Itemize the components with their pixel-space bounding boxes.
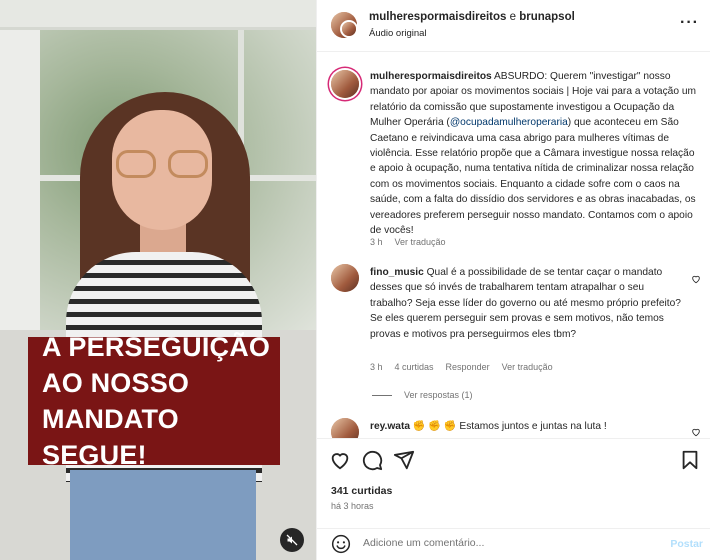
author-link[interactable]: brunapsol	[519, 11, 575, 23]
avatar[interactable]	[331, 264, 359, 292]
comment-text: fino_music Qual é a possibilidade de se …	[370, 265, 682, 342]
translate-button[interactable]: Ver tradução	[502, 362, 553, 372]
emoji-icon[interactable]	[331, 534, 351, 554]
avatar[interactable]	[340, 20, 358, 38]
translate-button[interactable]: Ver tradução	[395, 237, 446, 247]
post-header: mulherespormaisdireitos e brunapsol Áudi…	[317, 0, 710, 52]
speaker-muted-icon	[286, 534, 298, 546]
likes-count[interactable]: 341 curtidas	[331, 485, 392, 497]
original-audio-link[interactable]: Áudio original	[369, 28, 427, 39]
more-horizontal-icon: ···	[680, 14, 699, 31]
post-comment-button[interactable]: Postar	[670, 538, 703, 550]
view-replies-label: Ver respostas (1)	[404, 390, 473, 400]
heart-icon[interactable]	[691, 427, 701, 437]
replies-line	[372, 394, 392, 396]
mute-button[interactable]	[280, 528, 304, 552]
comment-composer: Postar	[317, 528, 710, 560]
author-link[interactable]: mulherespormaisdireitos	[369, 11, 506, 23]
more-options-button[interactable]: ···	[680, 14, 699, 32]
mention-link[interactable]: @ocupadamulheroperaria	[450, 117, 568, 128]
reply-button[interactable]: Responder	[446, 362, 490, 372]
comments-section[interactable]: mulherespormaisdireitos ABSURDO: Querem …	[317, 52, 710, 438]
bookmark-icon[interactable]	[679, 449, 701, 471]
window-frame	[0, 0, 316, 30]
comment-username[interactable]: rey.wata	[370, 421, 410, 432]
caption-time: 3 h	[370, 237, 383, 247]
avatar[interactable]	[331, 70, 359, 98]
heart-icon[interactable]	[691, 274, 701, 284]
person-jeans	[70, 470, 256, 560]
comment-meta: 3 h 4 curtidas Responder Ver tradução	[370, 362, 565, 372]
comment-text: rey.wata ✊ ✊ ✊ Estamos juntos e juntas n…	[370, 419, 698, 434]
post-time: há 3 horas	[331, 501, 374, 511]
caption-text: mulherespormaisdireitos ABSURDO: Querem …	[370, 69, 698, 238]
comment-icon[interactable]	[361, 449, 383, 471]
reel-video[interactable]: A PERSEGUIÇÃO AO NOSSO MANDATO SEGUE!	[0, 0, 316, 560]
comment-input[interactable]	[363, 537, 633, 549]
comment-likes-link[interactable]: 4 curtidas	[395, 362, 434, 372]
caption-body: ) que aconteceu em São Caetano e reivind…	[370, 117, 696, 237]
post-authors: mulherespormaisdireitos e brunapsol	[369, 11, 575, 23]
heart-icon[interactable]	[329, 449, 351, 471]
authors-separator: e	[506, 11, 520, 23]
caption-meta: 3 h Ver tradução	[370, 237, 458, 247]
post-actions: 341 curtidas há 3 horas	[317, 438, 710, 528]
view-replies-button[interactable]: Ver respostas (1)	[372, 390, 473, 400]
avatar[interactable]	[331, 418, 359, 438]
comment-time: 3 h	[370, 362, 383, 372]
banner-line: A PERSEGUIÇÃO	[42, 332, 271, 362]
comment-body: ✊ ✊ ✊ Estamos juntos e juntas na luta !	[410, 421, 607, 432]
person-glasses	[116, 150, 208, 180]
banner-line: AO NOSSO	[42, 368, 190, 398]
post-details-panel: mulherespormaisdireitos e brunapsol Áudi…	[316, 0, 710, 560]
caption-username[interactable]: mulherespormaisdireitos	[370, 71, 492, 82]
comment-username[interactable]: fino_music	[370, 267, 424, 278]
banner-line: MANDATO SEGUE!	[42, 404, 179, 470]
video-text-banner: A PERSEGUIÇÃO AO NOSSO MANDATO SEGUE!	[28, 332, 280, 470]
send-icon[interactable]	[393, 449, 415, 471]
